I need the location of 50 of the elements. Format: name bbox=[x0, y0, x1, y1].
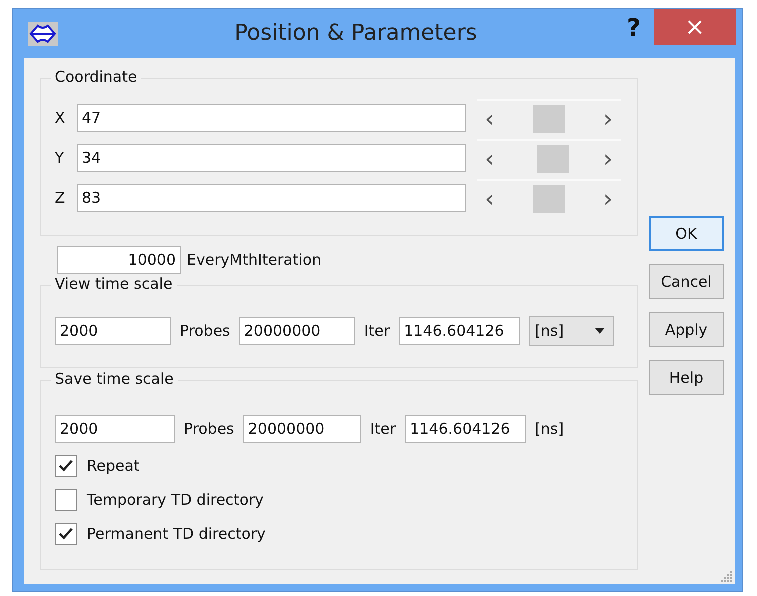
axis-label: X bbox=[55, 109, 66, 127]
close-button[interactable]: × bbox=[654, 9, 736, 45]
right-arrow-button[interactable]: › bbox=[595, 147, 621, 171]
help-button[interactable]: ? bbox=[614, 14, 654, 42]
field-label: Iter bbox=[370, 420, 396, 438]
left-arrow-button[interactable]: ‹ bbox=[477, 107, 503, 131]
unit-label: [ns] bbox=[535, 420, 564, 438]
dialog-button[interactable]: Apply bbox=[649, 312, 724, 347]
right-arrow-button[interactable]: › bbox=[595, 187, 621, 211]
left-arrow-button[interactable]: ‹ bbox=[477, 187, 503, 211]
iteration-field[interactable]: 10000 bbox=[57, 246, 181, 274]
time-field[interactable]: 2000 bbox=[55, 415, 175, 443]
iter-field[interactable]: 1146.604126 bbox=[399, 316, 520, 344]
axis-label: Y bbox=[55, 149, 66, 167]
right-arrow-button[interactable]: › bbox=[595, 107, 621, 131]
time-field[interactable]: 2000 bbox=[55, 316, 171, 344]
app-icon bbox=[28, 22, 58, 46]
slider-thumb[interactable] bbox=[536, 145, 569, 173]
slider-thumb[interactable] bbox=[533, 105, 565, 133]
field-label: Probes bbox=[184, 420, 234, 438]
checkbox-option[interactable]: Repeat bbox=[55, 455, 140, 477]
coordinate-field[interactable]: 83 bbox=[77, 184, 466, 212]
field-label: Iter bbox=[364, 322, 390, 340]
checkbox[interactable] bbox=[55, 489, 77, 511]
checkmark-icon bbox=[59, 460, 73, 472]
slider[interactable]: ‹ › bbox=[477, 179, 621, 217]
left-arrow-button[interactable]: ‹ bbox=[477, 147, 503, 171]
slider-thumb[interactable] bbox=[533, 185, 565, 213]
checkbox-option[interactable]: Permanent TD directory bbox=[55, 523, 266, 545]
dialog-button[interactable]: OK bbox=[649, 216, 724, 251]
checkbox[interactable] bbox=[55, 523, 77, 545]
dialog-button[interactable]: Help bbox=[649, 360, 724, 395]
dialog-button[interactable]: Cancel bbox=[649, 264, 724, 299]
coordinate-field[interactable]: 34 bbox=[77, 144, 466, 172]
checkmark-icon bbox=[59, 528, 73, 540]
probes-field[interactable]: 20000000 bbox=[239, 316, 356, 344]
checkbox-option[interactable]: Temporary TD directory bbox=[55, 489, 264, 511]
resize-grip-icon[interactable] bbox=[721, 570, 733, 582]
unit-dropdown[interactable]: [ns] bbox=[529, 316, 614, 346]
coordinate-field[interactable]: 47 bbox=[77, 104, 466, 132]
probes-field[interactable]: 20000000 bbox=[243, 415, 362, 443]
checkbox[interactable] bbox=[55, 455, 77, 477]
axis-label: Z bbox=[55, 189, 66, 207]
dropdown-caret-icon bbox=[595, 328, 606, 334]
window-title: Position & Parameters bbox=[234, 21, 478, 46]
slider[interactable]: ‹ › bbox=[477, 99, 621, 137]
field-label: Probes bbox=[180, 322, 230, 340]
field-label: EveryMthIteration bbox=[187, 251, 322, 269]
slider[interactable]: ‹ › bbox=[477, 139, 621, 177]
iter-field[interactable]: 1146.604126 bbox=[405, 415, 526, 443]
